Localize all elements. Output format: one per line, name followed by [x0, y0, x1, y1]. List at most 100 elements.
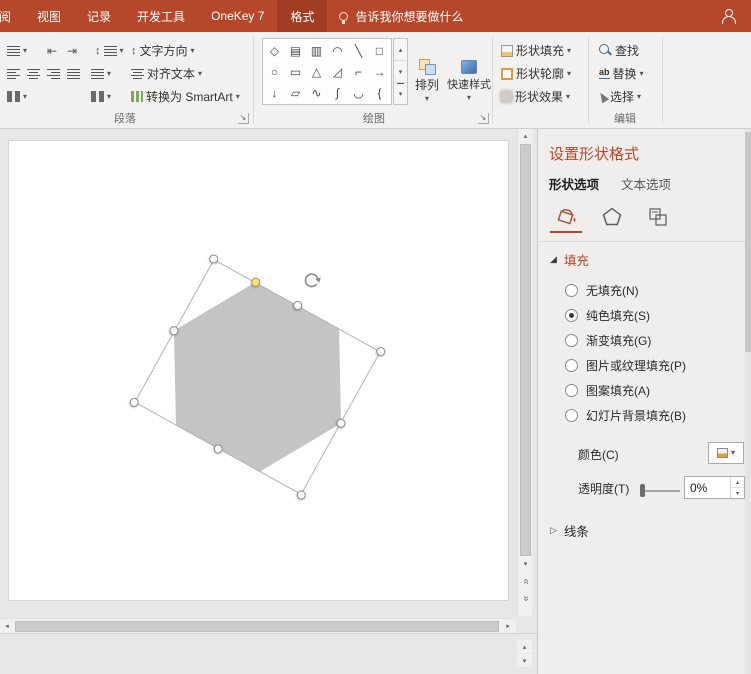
scroll-up-button[interactable]: ▴	[518, 129, 533, 143]
shape-item[interactable]: ○	[264, 61, 285, 82]
replace-button[interactable]: ab 替换 ▾	[596, 63, 647, 84]
shape-item[interactable]: →	[369, 61, 390, 82]
shape-item[interactable]: ⌐	[348, 61, 369, 82]
gallery-scroll-down[interactable]: ▾	[394, 61, 407, 83]
scroll-left-button[interactable]: ◂	[0, 619, 14, 633]
increase-indent-button[interactable]: ⇥	[64, 40, 80, 61]
scroll-down-button[interactable]: ▾	[518, 557, 533, 571]
align-text-button[interactable]: 对齐文本 ▾	[128, 63, 205, 84]
decrease-indent-button[interactable]: ⇤	[44, 40, 60, 61]
smartart-icon	[131, 91, 143, 102]
replace-label: 替换	[612, 67, 637, 81]
justify-button[interactable]	[64, 63, 83, 84]
shape-item[interactable]: ∿	[306, 82, 327, 103]
select-cursor-icon	[596, 90, 610, 103]
shape-item[interactable]: ◿	[327, 61, 348, 82]
lightbulb-icon	[339, 11, 349, 24]
radio-picture-texture-fill[interactable]: 图片或纹理填充(P)	[565, 357, 686, 373]
tab-shape-options[interactable]: 形状选项	[549, 174, 599, 193]
pane-scroll-thumb[interactable]	[745, 132, 751, 352]
radio-label: 无填充(N)	[586, 283, 639, 298]
shape-item[interactable]: ▭	[285, 61, 306, 82]
transparency-slider-thumb[interactable]	[640, 484, 645, 497]
color-picker-button[interactable]: ▾	[708, 442, 744, 464]
shape-outline-button[interactable]: 形状轮廓 ▾	[498, 63, 574, 84]
align-center-button[interactable]	[24, 63, 43, 84]
dropdown-icon: ▾	[119, 45, 124, 55]
group-separator	[492, 36, 493, 124]
shape-item[interactable]: ↓	[264, 82, 285, 103]
pentagon-icon	[602, 207, 622, 226]
vertical-scroll-thumb[interactable]	[520, 144, 531, 556]
radio-icon-selected	[565, 308, 578, 322]
gallery-scroll-up[interactable]: ▴	[394, 39, 407, 61]
shape-item[interactable]: ▤	[285, 40, 306, 61]
align-left-button[interactable]	[4, 63, 23, 84]
distribute-button[interactable]: ▾	[88, 63, 114, 84]
gallery-more-button[interactable]: ▾	[394, 83, 407, 104]
align-right-button[interactable]	[44, 63, 63, 84]
radio-no-fill[interactable]: 无填充(N)	[565, 282, 639, 298]
radio-pattern-fill[interactable]: 图案填充(A)	[565, 382, 650, 398]
effects-category-button[interactable]	[596, 201, 628, 233]
convert-smartart-button[interactable]: 转换为 SmartArt ▾	[128, 86, 243, 107]
next-slide-button[interactable]: «	[518, 590, 533, 606]
fill-line-category-button[interactable]	[550, 201, 582, 233]
tab-developer[interactable]: 开发工具	[124, 0, 198, 32]
transparency-input[interactable]	[685, 477, 727, 498]
radio-slide-background-fill[interactable]: 幻灯片背景填充(B)	[565, 407, 686, 423]
pane-scrollbar[interactable]	[745, 129, 751, 674]
drawing-dialog-launcher[interactable]: ↘	[478, 113, 489, 124]
shape-fill-button[interactable]: 形状填充 ▾	[498, 40, 574, 61]
select-button[interactable]: 选择 ▾	[596, 86, 644, 107]
shape-item[interactable]: ╲	[348, 40, 369, 61]
radio-solid-fill[interactable]: 纯色填充(S)	[565, 307, 650, 323]
text-direction-button[interactable]: ↕ 文字方向 ▾	[128, 40, 198, 61]
account-button[interactable]	[721, 0, 736, 32]
horizontal-scroll-thumb[interactable]	[15, 621, 499, 632]
find-button[interactable]: 查找	[596, 40, 642, 61]
scroll-right-button[interactable]: ▸	[501, 619, 515, 633]
bullet-list-button[interactable]: ▾	[4, 40, 30, 61]
shape-effects-button[interactable]: 形状效果 ▾	[498, 86, 573, 107]
paragraph-dialog-launcher[interactable]: ↘	[238, 113, 249, 124]
spin-up-button[interactable]: ▴	[731, 477, 744, 488]
tab-view[interactable]: 视图	[24, 0, 74, 32]
tab-text-options[interactable]: 文本选项	[621, 174, 671, 193]
shape-item[interactable]: △	[306, 61, 327, 82]
shape-item[interactable]: ◠	[327, 40, 348, 61]
line-section-header[interactable]: ▷ 线条	[550, 521, 589, 540]
shape-item[interactable]: ▥	[306, 40, 327, 61]
radio-gradient-fill[interactable]: 渐变填充(G)	[565, 332, 651, 348]
collapsed-triangle-icon: ▷	[550, 525, 557, 535]
horizontal-scrollbar[interactable]: ◂ ▸	[0, 618, 516, 633]
shape-item[interactable]: □	[369, 40, 390, 61]
paint-bucket-icon	[557, 208, 576, 225]
vertical-scrollbar[interactable]: ▴ ▾ « «	[517, 129, 533, 616]
fill-section-header[interactable]: ◢ 填充	[550, 250, 589, 269]
shape-item[interactable]: ∫	[327, 82, 348, 103]
transparency-slider-track[interactable]	[640, 490, 680, 492]
shape-item[interactable]: {	[369, 82, 390, 103]
align-text-icon	[131, 68, 144, 79]
line-spacing-button[interactable]: ↕ ▾	[92, 40, 127, 61]
text-columns-button[interactable]: ▾	[88, 86, 114, 107]
spin-down-button[interactable]: ▾	[731, 488, 744, 498]
notes-scroll-up-button[interactable]: ▴	[517, 640, 532, 653]
tab-review[interactable]: 审阅	[0, 0, 24, 32]
tab-format[interactable]: 格式	[277, 0, 328, 32]
notes-scroll-down-button[interactable]: ▾	[517, 654, 532, 667]
text-columns-icon	[91, 91, 104, 102]
shape-item[interactable]: ▱	[285, 82, 306, 103]
tellme-box[interactable]: 告诉我你想要做什么	[327, 0, 475, 32]
line-section-label: 线条	[563, 525, 589, 539]
quick-styles-button[interactable]: 快速样式 ▾	[446, 40, 492, 122]
size-properties-category-button[interactable]	[642, 201, 674, 233]
tab-onekey[interactable]: OneKey 7	[198, 0, 277, 32]
tab-record[interactable]: 记录	[74, 0, 124, 32]
columns-button[interactable]: ▾	[4, 86, 30, 107]
previous-slide-button[interactable]: «	[518, 573, 533, 589]
tab-format-label: 格式	[290, 9, 315, 24]
shape-item[interactable]: ◡	[348, 82, 369, 103]
shape-item[interactable]: ◇	[264, 40, 285, 61]
